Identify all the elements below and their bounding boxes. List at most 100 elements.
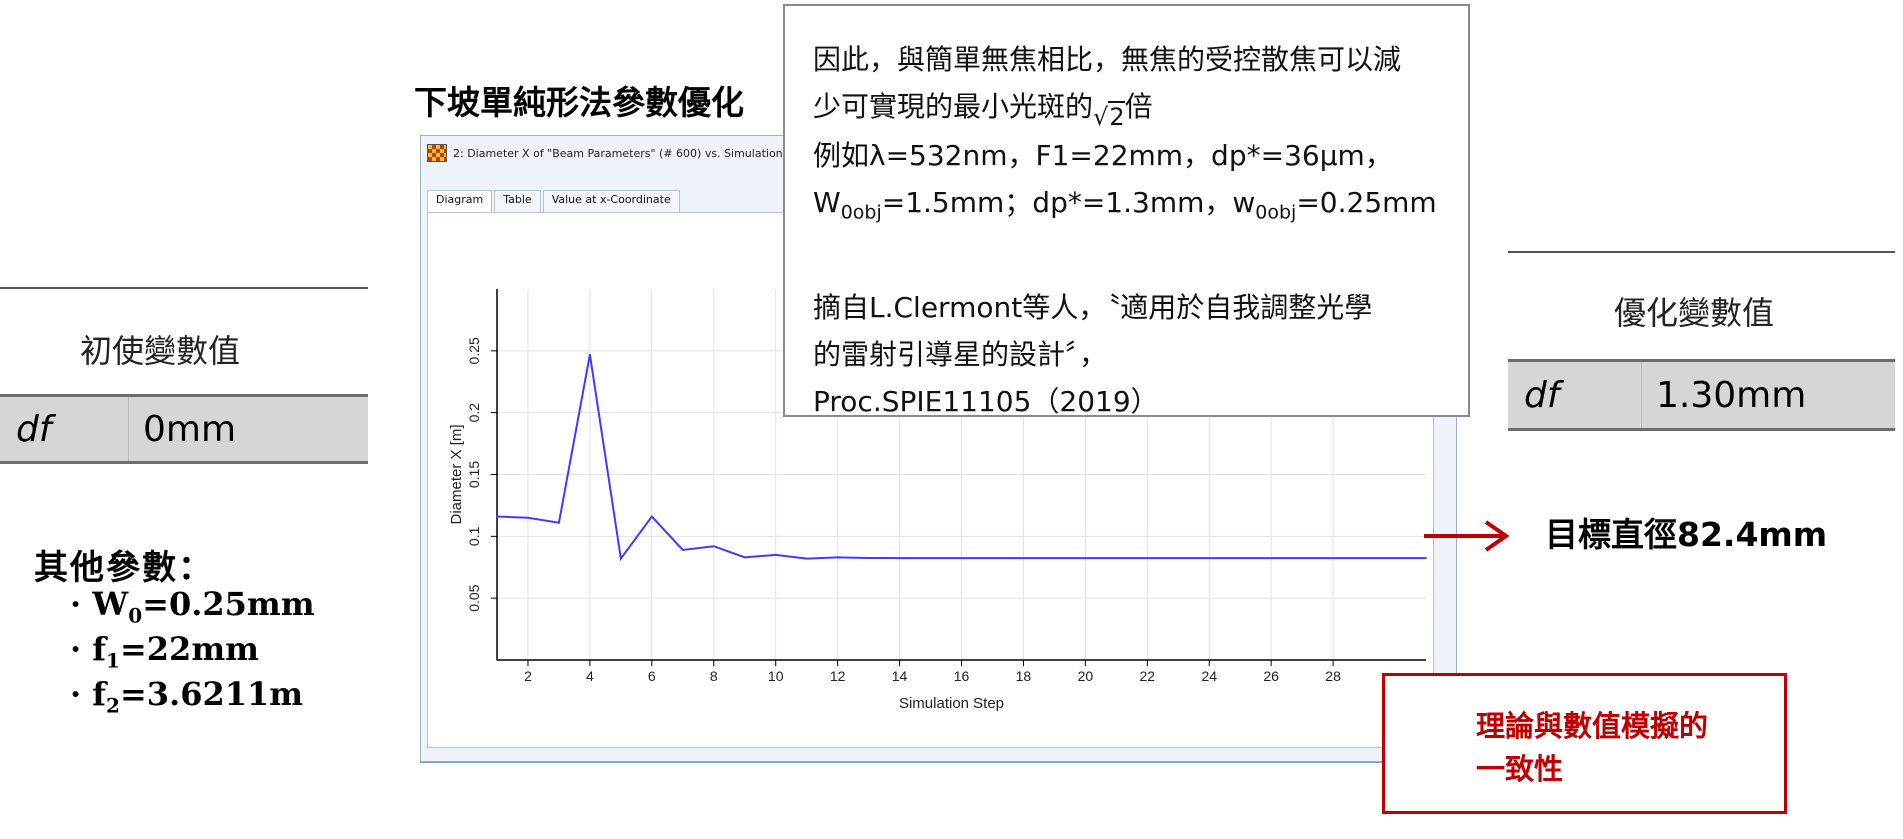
note-line: 摘自L.Clermont等人，〝適用於自我調整光學 bbox=[813, 290, 1373, 324]
data-point bbox=[527, 516, 529, 519]
subscript: 2 bbox=[106, 693, 120, 718]
note-text: 少可實現的最小光斑的 bbox=[813, 90, 1094, 123]
x-tick-label: 2 bbox=[524, 668, 532, 684]
note-line: 因此，與簡單無焦相比，無焦的受控散焦可以減 bbox=[813, 43, 1402, 76]
data-point bbox=[620, 557, 622, 560]
arrow-icon bbox=[1424, 520, 1510, 552]
note-text: 倍 bbox=[1124, 90, 1153, 123]
data-point bbox=[836, 556, 839, 559]
data-point bbox=[774, 554, 777, 556]
x-axis-label: Simulation Step bbox=[899, 695, 1004, 712]
variable-name: df bbox=[0, 397, 129, 461]
param-f1: · f1=22mm bbox=[70, 630, 259, 672]
note-line: Proc.SPIE11105（2019） bbox=[813, 384, 1159, 418]
data-point bbox=[1022, 557, 1025, 559]
slide-title: 下坡單純形法參數優化 bbox=[414, 83, 744, 122]
note-line: 少可實現的最小光斑的√2倍 bbox=[813, 83, 1440, 132]
data-point bbox=[743, 556, 746, 559]
initial-heading: 初使變數值 bbox=[80, 332, 241, 370]
data-point bbox=[1239, 557, 1241, 559]
data-point bbox=[805, 557, 808, 560]
data-point bbox=[1332, 557, 1334, 559]
y-tick-label: 0.05 bbox=[466, 584, 482, 611]
data-point bbox=[867, 557, 870, 559]
consistency-line: 理論與數值模擬的 bbox=[1476, 709, 1709, 743]
y-tick-label: 0.1 bbox=[466, 526, 482, 546]
x-tick-label: 20 bbox=[1078, 668, 1094, 684]
y-tick-label: 0.2 bbox=[466, 403, 482, 423]
y-axis-label: Diameter X [m] bbox=[448, 424, 465, 524]
data-point bbox=[991, 557, 994, 559]
x-tick-label: 22 bbox=[1140, 668, 1156, 684]
note-line bbox=[813, 237, 1440, 284]
tab-diagram[interactable]: Diagram bbox=[427, 190, 493, 212]
variable-value: 0mm bbox=[143, 408, 237, 450]
subscript: 0obj bbox=[840, 201, 882, 224]
data-point bbox=[929, 557, 932, 559]
divider bbox=[0, 287, 368, 289]
subscript: 1 bbox=[106, 648, 120, 673]
x-tick-label: 12 bbox=[830, 668, 846, 684]
data-point bbox=[1425, 557, 1427, 559]
data-point bbox=[1208, 557, 1211, 559]
tab-table[interactable]: Table bbox=[494, 190, 541, 212]
value: =3.6211m bbox=[119, 675, 304, 713]
x-tick-label: 26 bbox=[1263, 668, 1279, 684]
data-point bbox=[1084, 557, 1087, 559]
data-point bbox=[1363, 557, 1365, 559]
data-point bbox=[1270, 557, 1272, 559]
app-icon bbox=[427, 144, 447, 162]
x-tick-label: 10 bbox=[768, 668, 784, 684]
note-line: 例如λ=532nm，F1=22mm，dp*=36μm， bbox=[813, 139, 1393, 172]
tab-strip: Diagram Table Value at x-Coordinate bbox=[427, 190, 682, 212]
data-point bbox=[898, 557, 901, 559]
x-tick-label: 18 bbox=[1016, 668, 1032, 684]
bullet: · bbox=[70, 630, 93, 668]
data-point bbox=[496, 515, 498, 518]
consistency-box: 理論與數值模擬的 一致性 bbox=[1382, 673, 1787, 814]
x-tick-label: 4 bbox=[586, 668, 594, 684]
data-point bbox=[1301, 557, 1303, 559]
note-line: 的雷射引導星的設計〞， bbox=[813, 337, 1108, 371]
data-point bbox=[1115, 557, 1118, 559]
data-point bbox=[712, 545, 715, 548]
symbol: W bbox=[92, 585, 129, 623]
window-title: 2: Diameter X of "Beam Parameters" (# 60… bbox=[453, 146, 805, 160]
param-f2: · f2=3.6211m bbox=[70, 675, 303, 717]
other-params-title: 其他參數： bbox=[34, 548, 214, 588]
note-text: W bbox=[813, 186, 841, 219]
data-point bbox=[651, 515, 653, 518]
data-point bbox=[960, 557, 963, 559]
subscript: 0obj bbox=[1255, 201, 1297, 224]
data-point bbox=[589, 353, 591, 356]
variable-value: 1.30mm bbox=[1656, 374, 1807, 416]
x-tick-label: 24 bbox=[1201, 668, 1217, 684]
optimized-variable-table: df 1.30mm bbox=[1508, 359, 1895, 431]
data-point bbox=[558, 521, 560, 524]
data-point bbox=[1394, 557, 1396, 559]
value: =0.25mm bbox=[142, 585, 315, 623]
consistency-line: 一致性 bbox=[1476, 752, 1564, 786]
tab-value-at-x[interactable]: Value at x-Coordinate bbox=[542, 190, 680, 212]
variable-name: df bbox=[1508, 362, 1642, 428]
initial-variable-table: df 0mm bbox=[0, 394, 368, 464]
note-text: =1.5mm；dp*=1.3mm，w bbox=[881, 186, 1256, 219]
x-tick-label: 16 bbox=[954, 668, 970, 684]
value: =22mm bbox=[119, 630, 260, 668]
x-tick-label: 6 bbox=[648, 668, 656, 684]
symbol: f bbox=[92, 630, 107, 668]
data-point bbox=[1053, 557, 1056, 559]
bullet: · bbox=[70, 675, 93, 713]
symbol: f bbox=[92, 675, 107, 713]
sqrt-symbol: √2 bbox=[1093, 101, 1125, 131]
y-tick-label: 0.25 bbox=[466, 337, 482, 364]
x-tick-label: 8 bbox=[710, 668, 718, 684]
data-point bbox=[1146, 557, 1149, 559]
subscript: 0 bbox=[128, 603, 143, 628]
note-text: =0.25mm bbox=[1296, 186, 1437, 219]
param-w0: · W0=0.25mm bbox=[70, 585, 315, 627]
optimized-heading: 優化變數值 bbox=[1614, 294, 1775, 332]
data-point bbox=[682, 549, 684, 551]
sqrt-radicand: 2 bbox=[1108, 101, 1125, 131]
note-popup: 因此，與簡單無焦相比，無焦的受控散焦可以減 少可實現的最小光斑的√2倍 例如λ=… bbox=[783, 4, 1470, 418]
